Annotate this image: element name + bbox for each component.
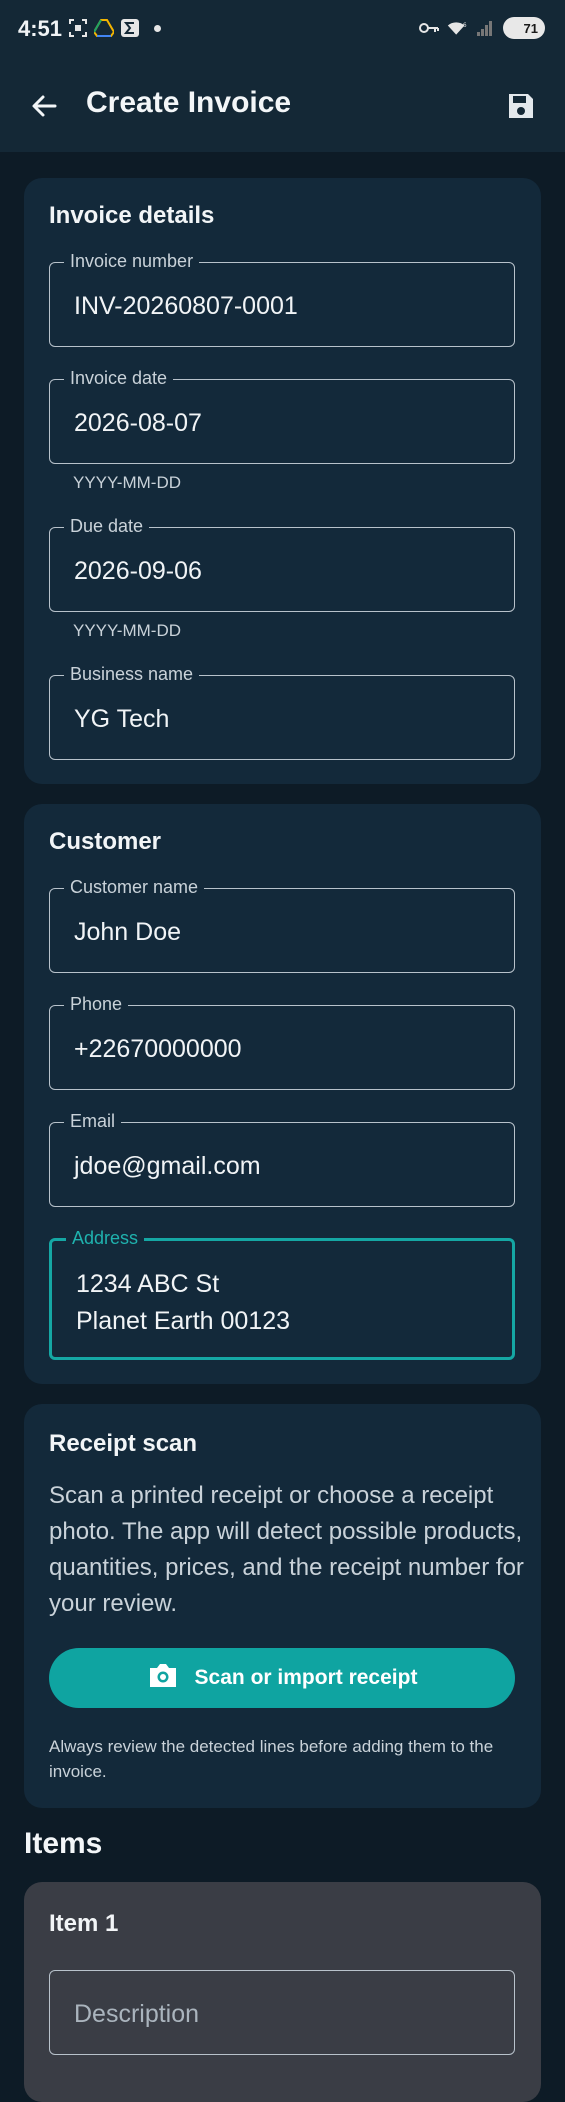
receipt-scan-title: Receipt scan bbox=[49, 1430, 198, 1457]
app-bar: Create Invoice bbox=[0, 60, 565, 152]
receipt-scan-description: Scan a printed receipt or choose a recei… bbox=[49, 1482, 524, 1617]
invoice-date-value: 2026-08-07 bbox=[74, 409, 202, 437]
invoice-number-label: Invoice number bbox=[64, 251, 200, 272]
business-name-label: Business name bbox=[64, 664, 200, 685]
status-bar: 4:51 6 71 bbox=[0, 0, 565, 60]
scan-import-receipt-label: Scan or import receipt bbox=[194, 1666, 418, 1689]
invoice-details-card: Invoice details Invoice number INV-20260… bbox=[24, 178, 541, 784]
address-field[interactable]: Address 1234 ABC St Planet Earth 00123 bbox=[49, 1228, 515, 1360]
invoice-date-label: Invoice date bbox=[64, 368, 174, 389]
screenshot-icon bbox=[68, 18, 88, 38]
address-value: 1234 ABC St Planet Earth 00123 bbox=[76, 1270, 291, 1335]
arrow-back-icon[interactable] bbox=[24, 86, 64, 126]
scan-import-receipt-button[interactable]: Scan or import receipt bbox=[49, 1648, 515, 1708]
address-label: Address bbox=[66, 1228, 145, 1249]
phone-field[interactable]: Phone +22670000000 bbox=[49, 994, 515, 1090]
status-time: 4:51 bbox=[18, 16, 63, 41]
customer-name-value: John Doe bbox=[74, 918, 182, 946]
customer-title: Customer bbox=[49, 828, 162, 855]
invoice-date-field[interactable]: Invoice date 2026-08-07 bbox=[49, 368, 515, 464]
save-icon[interactable] bbox=[499, 84, 543, 128]
email-label: Email bbox=[64, 1111, 122, 1132]
battery-level: 71 bbox=[523, 20, 538, 36]
customer-card: Customer Customer name John Doe Phone +2… bbox=[24, 804, 541, 1384]
receipt-scan-note: Always review the detected lines before … bbox=[49, 1737, 494, 1781]
item-1-description-field[interactable]: Description bbox=[49, 1970, 515, 2055]
camera-icon bbox=[147, 1662, 179, 1695]
invoice-details-title: Invoice details bbox=[49, 202, 215, 229]
business-name-value: YG Tech bbox=[74, 705, 170, 733]
items-heading: Items bbox=[24, 1827, 103, 1860]
svg-text:6: 6 bbox=[463, 23, 467, 29]
invoice-number-field[interactable]: Invoice number INV-20260807-0001 bbox=[49, 251, 515, 347]
page-title: Create Invoice bbox=[86, 86, 292, 119]
wifi-6-icon: 6 bbox=[447, 18, 467, 38]
customer-name-field[interactable]: Customer name John Doe bbox=[49, 877, 515, 973]
due-date-value: 2026-09-06 bbox=[74, 557, 202, 585]
item-1-title: Item 1 bbox=[49, 1910, 119, 1937]
due-date-helper: YYYY-MM-DD bbox=[73, 621, 181, 640]
due-date-field[interactable]: Due date 2026-09-06 bbox=[49, 516, 515, 612]
business-name-field[interactable]: Business name YG Tech bbox=[49, 664, 515, 760]
key-icon bbox=[419, 18, 439, 38]
phone-label: Phone bbox=[64, 994, 129, 1015]
invoice-date-helper: YYYY-MM-DD bbox=[73, 473, 181, 492]
email-value: jdoe@gmail.com bbox=[74, 1152, 261, 1180]
customer-name-label: Customer name bbox=[64, 877, 205, 898]
due-date-label: Due date bbox=[64, 516, 150, 537]
sigma-app-icon bbox=[120, 18, 140, 38]
receipt-scan-card: Receipt scan Scan a printed receipt or c… bbox=[24, 1404, 541, 1808]
drive-icon bbox=[94, 18, 114, 38]
phone-value: +22670000000 bbox=[74, 1035, 242, 1063]
notification-dot bbox=[154, 24, 161, 32]
battery-icon: 71 bbox=[503, 17, 545, 39]
email-field[interactable]: Email jdoe@gmail.com bbox=[49, 1111, 515, 1207]
invoice-number-value: INV-20260807-0001 bbox=[74, 292, 298, 320]
item-1-description-placeholder: Description bbox=[74, 2000, 200, 2028]
signal-icon bbox=[475, 18, 495, 38]
item-card-1: Item 1 Description bbox=[24, 1882, 541, 2102]
